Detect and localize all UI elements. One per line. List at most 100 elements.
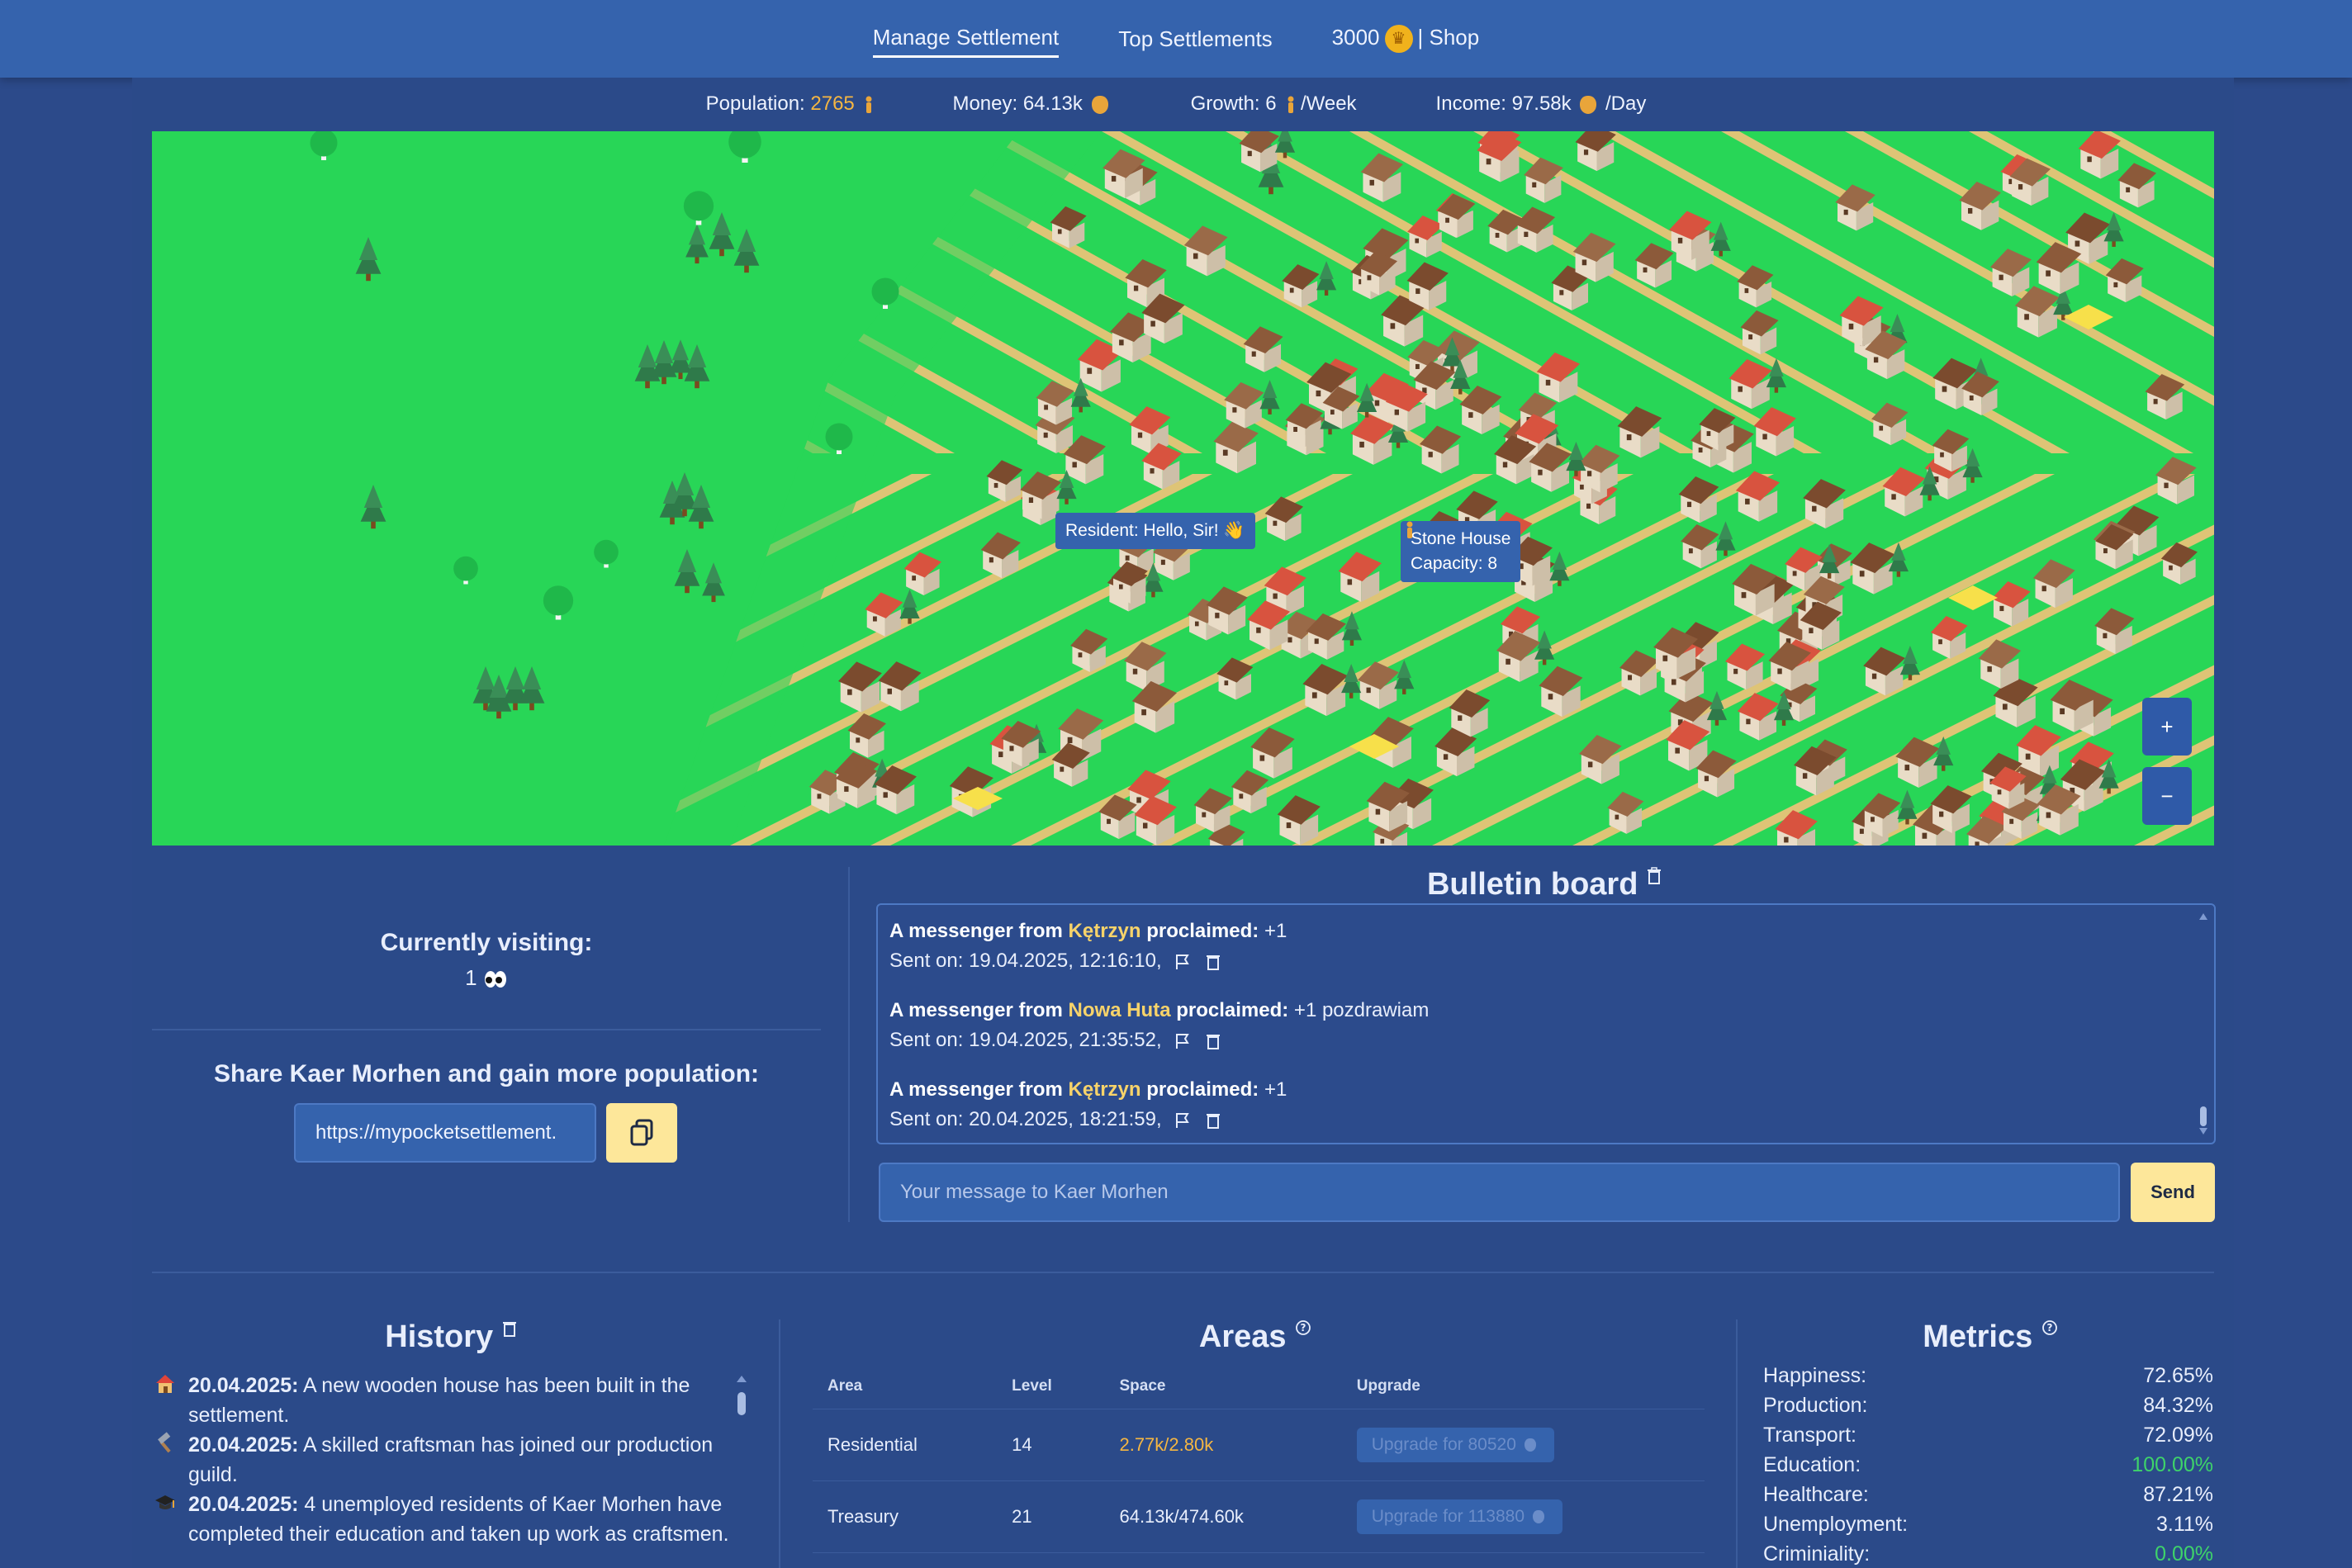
house-window bbox=[1873, 357, 1879, 363]
trash-icon[interactable] bbox=[1647, 867, 1662, 885]
house-window bbox=[1999, 274, 2003, 281]
message-text: +1 bbox=[1264, 920, 1287, 942]
capacity-text: Capacity: 8 bbox=[1411, 554, 1498, 573]
house-window bbox=[1704, 775, 1709, 782]
house-window bbox=[1486, 159, 1491, 165]
metrics-list: Happiness: 72.65% Production: 84.32% Trans… bbox=[1763, 1361, 2213, 1568]
message-prefix: A messenger from bbox=[889, 1078, 1063, 1101]
nav-manage-settlement[interactable]: Manage Settlement bbox=[872, 20, 1060, 58]
history-list[interactable]: 20.04.2025: A new wooden house has been … bbox=[154, 1371, 732, 1549]
visiting-divider bbox=[152, 1029, 821, 1030]
stats-bar: Population: 2765 Money: 64.13k Growth: 6… bbox=[0, 78, 2352, 130]
send-button[interactable]: Send bbox=[2131, 1163, 2215, 1222]
message-town[interactable]: Kętrzyn bbox=[1069, 1078, 1141, 1101]
history-scrollbar[interactable] bbox=[733, 1374, 750, 1424]
money-label: Money: 64.13k bbox=[952, 92, 1083, 115]
road bbox=[1597, 131, 2193, 453]
help-icon[interactable]: ? bbox=[1295, 1319, 1311, 1336]
top-nav: Manage Settlement Top Settlements 3000 ♛ |… bbox=[0, 0, 2352, 78]
house-window bbox=[993, 482, 998, 488]
population-stat: Population: 2765 bbox=[706, 92, 874, 116]
flag-icon[interactable] bbox=[1174, 1111, 1192, 1130]
coin-balance: 3000 bbox=[1331, 24, 1380, 50]
house-window bbox=[1009, 746, 1014, 751]
message-town[interactable]: Nowa Huta bbox=[1069, 999, 1171, 1021]
house-window bbox=[1987, 666, 1992, 672]
share-url-field[interactable]: https://mypocketsettlement. bbox=[294, 1103, 596, 1163]
house-window bbox=[1940, 452, 1944, 457]
flag-icon[interactable] bbox=[1174, 953, 1192, 971]
flag-icon[interactable] bbox=[1174, 1032, 1192, 1050]
house-window bbox=[1415, 363, 1420, 369]
bulletin-scrollbar[interactable] bbox=[2198, 912, 2209, 1136]
trash-icon[interactable] bbox=[1206, 953, 1221, 971]
house-window bbox=[1369, 179, 1374, 186]
house-window bbox=[1107, 818, 1111, 824]
house-window bbox=[2002, 703, 2008, 710]
table-row: Treasury 21 64.13k/474.60k Upgrade for 1… bbox=[813, 1480, 1705, 1553]
growth-stat: Growth: 6 /Week bbox=[1191, 92, 1357, 116]
house-window bbox=[1443, 754, 1449, 760]
metric-value: 87.21% bbox=[2143, 1483, 2213, 1506]
house-window bbox=[1626, 434, 1632, 441]
message-input[interactable]: Your message to Kaer Morhen bbox=[879, 1163, 2120, 1222]
zoom-out-button[interactable]: − bbox=[2142, 767, 2192, 825]
message-town[interactable]: Kętrzyn bbox=[1069, 920, 1141, 942]
house-window bbox=[1792, 571, 1797, 576]
area-name: Treasury bbox=[813, 1480, 998, 1553]
column-header-upgrade: Upgrade bbox=[1341, 1367, 1705, 1409]
house-window bbox=[1545, 379, 1551, 386]
map-canvas[interactable] bbox=[152, 131, 2214, 846]
section-divider bbox=[848, 867, 850, 1222]
house-window bbox=[1615, 814, 1619, 820]
trash-icon[interactable] bbox=[1206, 1032, 1221, 1050]
income-label: Income: 97.58k bbox=[1435, 92, 1572, 115]
upgrade-label: Upgrade for 113880 bbox=[1371, 1507, 1525, 1526]
house-window bbox=[2009, 818, 2014, 824]
metrics-title-text: Metrics bbox=[1923, 1319, 2033, 1354]
metric-value: 0.00% bbox=[2155, 1542, 2213, 1566]
settlement-map[interactable]: Resident: Hello, Sir! 👋 Stone House Capa… bbox=[152, 131, 2214, 846]
upgrade-residential-button[interactable]: Upgrade for 80520 bbox=[1356, 1428, 1554, 1462]
nav-top-settlements[interactable]: Top Settlements bbox=[1118, 21, 1272, 57]
house-window bbox=[1942, 386, 1947, 392]
pine-tree-top bbox=[1713, 221, 1728, 240]
metric-value: 84.32% bbox=[2143, 1394, 2213, 1417]
zoom-in-button[interactable]: + bbox=[2142, 698, 2192, 756]
house-window bbox=[1366, 687, 1371, 694]
history-date: 20.04.2025: bbox=[188, 1493, 299, 1516]
pine-tree-top bbox=[1973, 358, 1989, 377]
house-window bbox=[1777, 668, 1782, 675]
table-row: Residential 14 2.77k/2.80k Upgrade for 8… bbox=[813, 1409, 1705, 1481]
population-value: 2765 bbox=[810, 92, 855, 115]
house-window bbox=[1330, 410, 1335, 415]
house-window bbox=[883, 792, 888, 798]
trash-icon[interactable] bbox=[1206, 1111, 1221, 1130]
house-window bbox=[1375, 808, 1381, 815]
house-window bbox=[1078, 652, 1083, 658]
house-window bbox=[1125, 555, 1130, 561]
copy-url-button[interactable] bbox=[606, 1103, 677, 1163]
house-window bbox=[1374, 400, 1380, 406]
house-window bbox=[1891, 494, 1896, 500]
house-window bbox=[1745, 498, 1750, 505]
house-window bbox=[1784, 836, 1789, 843]
house-window bbox=[1247, 150, 1252, 157]
house-window bbox=[1748, 334, 1753, 340]
metric-value: 72.65% bbox=[2143, 1364, 2213, 1387]
house-window bbox=[1999, 605, 2004, 612]
nav-shop[interactable]: 3000 ♛ | Shop bbox=[1331, 20, 1479, 58]
bulletin-board[interactable]: A messenger from Kętrzyn proclaimed: +1 … bbox=[876, 903, 2216, 1144]
house-window bbox=[1380, 838, 1385, 844]
help-icon[interactable]: ? bbox=[2041, 1319, 2058, 1336]
population-label: Population: bbox=[705, 92, 805, 115]
house-window bbox=[1671, 679, 1676, 685]
person-icon bbox=[865, 96, 872, 113]
house-window bbox=[1067, 737, 1073, 744]
trash-icon[interactable] bbox=[502, 1319, 517, 1338]
building-tooltip-name: Stone House bbox=[1411, 529, 1511, 548]
copy-icon bbox=[630, 1119, 653, 1146]
upgrade-treasury-button[interactable]: Upgrade for 113880 bbox=[1356, 1499, 1562, 1534]
history-item: 20.04.2025: A new wooden house has been … bbox=[154, 1371, 732, 1430]
house-window bbox=[1938, 639, 1942, 645]
